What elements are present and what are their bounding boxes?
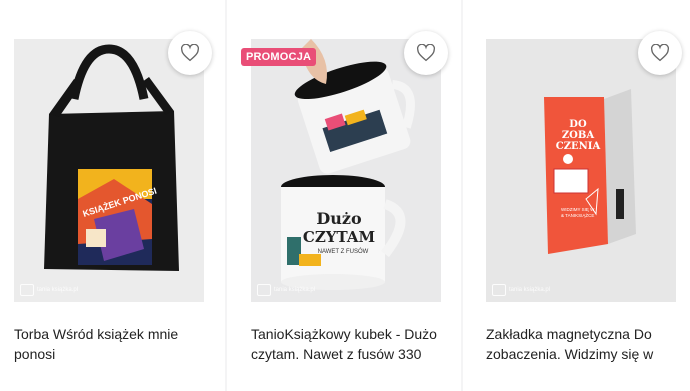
mug-text-line2: CZYTAM	[303, 228, 375, 246]
product-grid: KSIĄŻEK PONOSI tania książka.pl Torba Wś…	[0, 0, 690, 391]
bookmark-small-text: WIDZIMY SIĘ W	[561, 207, 595, 212]
favorite-button[interactable]	[638, 31, 682, 75]
product-title[interactable]: Zakładka magnetyczna Do zobaczenia. Widz…	[486, 324, 686, 364]
product-image[interactable]: KSIĄŻEK PONOSI tania książka.pl	[14, 39, 204, 302]
favorite-button[interactable]	[168, 31, 212, 75]
bookmark-text-line3: CZENIA	[556, 141, 601, 152]
mug-text-line1: Dużo	[316, 209, 362, 228]
watermark-logo: tania książka.pl	[257, 284, 315, 296]
promo-badge: PROMOCJA	[241, 48, 317, 66]
product-card[interactable]: Dużo CZYTAM NAWET Z FUSÓW tania książka.…	[227, 0, 461, 391]
bookmark-text-line1: DO	[569, 119, 587, 130]
product-title[interactable]: TanioKsiążkowy kubek - Dużo czytam. Nawe…	[251, 324, 451, 364]
favorite-button[interactable]	[404, 31, 448, 75]
tote-bag-illustration: KSIĄŻEK PONOSI	[14, 39, 204, 302]
product-card[interactable]: KSIĄŻEK PONOSI tania książka.pl Torba Wś…	[0, 0, 225, 391]
bookmark-illustration: DO ZOBA CZENIA WIDZIMY SIĘ W & TANIKSIĄŻ…	[486, 39, 676, 302]
bookmark-text-line2: ZOBA	[562, 130, 594, 141]
product-title[interactable]: Torba Wśród książek mnie ponosi	[14, 324, 204, 364]
bookmark-small-text-2: & TANIKSIĄŻCE	[561, 212, 594, 218]
heart-outline-icon	[651, 44, 669, 62]
product-image[interactable]: Dużo CZYTAM NAWET Z FUSÓW tania książka.…	[251, 39, 441, 302]
mug-text-line3: NAWET Z FUSÓW	[318, 248, 369, 255]
heart-outline-icon	[181, 44, 199, 62]
product-image[interactable]: DO ZOBA CZENIA WIDZIMY SIĘ W & TANIKSIĄŻ…	[486, 39, 676, 302]
mug-illustration: Dużo CZYTAM NAWET Z FUSÓW	[251, 39, 441, 302]
heart-outline-icon	[417, 44, 435, 62]
watermark-logo: tania książka.pl	[492, 284, 550, 296]
product-card[interactable]: DO ZOBA CZENIA WIDZIMY SIĘ W & TANIKSIĄŻ…	[463, 0, 690, 391]
watermark-logo: tania książka.pl	[20, 284, 78, 296]
